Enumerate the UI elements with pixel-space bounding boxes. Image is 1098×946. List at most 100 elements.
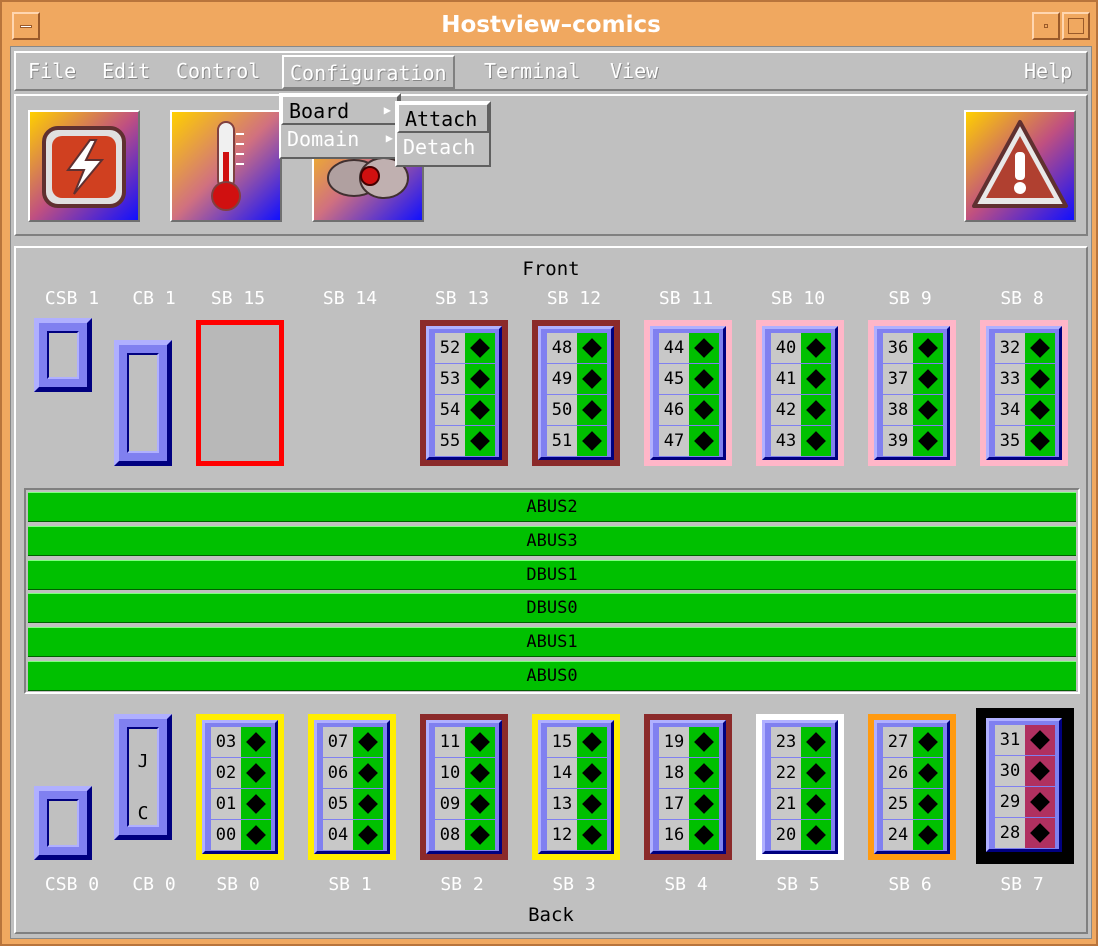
- front-board[interactable]: 36 37 38 39: [868, 320, 956, 466]
- cpu-slot[interactable]: 01: [211, 789, 273, 819]
- power-button[interactable]: [28, 110, 140, 222]
- bus-bar[interactable]: DBUS0: [28, 593, 1076, 624]
- cpu-slot[interactable]: 43: [771, 426, 833, 456]
- cpu-slot[interactable]: 53: [435, 364, 497, 394]
- temperature-button[interactable]: [170, 110, 282, 222]
- cpu-slot[interactable]: 46: [659, 395, 721, 425]
- cpu-slot[interactable]: 20: [771, 820, 833, 850]
- bus-bar[interactable]: ABUS3: [28, 525, 1076, 556]
- menu-item-attach[interactable]: Attach: [397, 103, 489, 133]
- cpu-slot[interactable]: 34: [995, 395, 1057, 425]
- cpu-slot[interactable]: 07: [323, 727, 385, 757]
- cpu-slot[interactable]: 54: [435, 395, 497, 425]
- csb1-board[interactable]: [34, 318, 92, 392]
- cpu-slot[interactable]: 27: [883, 727, 945, 757]
- cpu-slot[interactable]: 23: [771, 727, 833, 757]
- front-board[interactable]: 32 33 34 35: [980, 320, 1068, 466]
- front-board[interactable]: 52 53 54 55: [420, 320, 508, 466]
- cpu-slot[interactable]: 05: [323, 789, 385, 819]
- front-board[interactable]: 48 49 50 51: [532, 320, 620, 466]
- cpu-slot[interactable]: 26: [883, 758, 945, 788]
- maximize-button[interactable]: [1062, 12, 1090, 40]
- csb0-board[interactable]: [34, 786, 92, 860]
- cpu-slot[interactable]: 11: [435, 727, 497, 757]
- cpu-slot[interactable]: 29: [995, 787, 1057, 817]
- cpu-slot[interactable]: 22: [771, 758, 833, 788]
- menu-edit[interactable]: Edit: [102, 59, 150, 83]
- back-board[interactable]: 03 02 01 00: [196, 714, 284, 860]
- cpu-slot[interactable]: 32: [995, 333, 1057, 363]
- cpu-slot[interactable]: 24: [883, 820, 945, 850]
- cpu-slot[interactable]: 33: [995, 364, 1057, 394]
- cpu-slot[interactable]: 55: [435, 426, 497, 456]
- cpu-slot[interactable]: 21: [771, 789, 833, 819]
- sb15-empty-slot[interactable]: [196, 320, 284, 466]
- menu-configuration[interactable]: Configuration: [282, 55, 455, 89]
- cpu-slot[interactable]: 13: [547, 789, 609, 819]
- cpu-slot[interactable]: 04: [323, 820, 385, 850]
- back-board[interactable]: 15 14 13 12: [532, 714, 620, 860]
- cpu-slot[interactable]: 31: [995, 725, 1057, 755]
- cpu-slot[interactable]: 47: [659, 426, 721, 456]
- cpu-slot[interactable]: 35: [995, 426, 1057, 456]
- cpu-slot[interactable]: 38: [883, 395, 945, 425]
- cpu-slot[interactable]: 42: [771, 395, 833, 425]
- cpu-slot[interactable]: 25: [883, 789, 945, 819]
- window-menu-button[interactable]: [12, 12, 40, 40]
- cpu-slot[interactable]: 15: [547, 727, 609, 757]
- cpu-slot[interactable]: 36: [883, 333, 945, 363]
- cpu-slot[interactable]: 12: [547, 820, 609, 850]
- menu-control[interactable]: Control: [176, 59, 260, 83]
- cpu-slot[interactable]: 06: [323, 758, 385, 788]
- cpu-slot[interactable]: 16: [659, 820, 721, 850]
- cpu-slot[interactable]: 30: [995, 756, 1057, 786]
- cpu-slot[interactable]: 48: [547, 333, 609, 363]
- cpu-slot[interactable]: 00: [211, 820, 273, 850]
- cpu-slot[interactable]: 19: [659, 727, 721, 757]
- menu-item-board[interactable]: Board ▶: [281, 95, 399, 125]
- cpu-slot[interactable]: 10: [435, 758, 497, 788]
- cpu-slot[interactable]: 08: [435, 820, 497, 850]
- back-board[interactable]: 27 26 25 24: [868, 714, 956, 860]
- cb0-board[interactable]: JC: [114, 714, 172, 840]
- bus-bar[interactable]: ABUS2: [28, 492, 1076, 522]
- minimize-button[interactable]: [1032, 12, 1060, 40]
- board-slot-opening: [47, 331, 79, 379]
- menu-help[interactable]: Help: [1024, 59, 1072, 83]
- menu-terminal[interactable]: Terminal: [484, 59, 580, 83]
- cpu-slot[interactable]: 45: [659, 364, 721, 394]
- back-board[interactable]: 31 30 29 28: [976, 708, 1074, 864]
- cpu-slot[interactable]: 41: [771, 364, 833, 394]
- title-bar[interactable]: Hostview–comics: [10, 8, 1092, 44]
- back-board[interactable]: 23 22 21 20: [756, 714, 844, 860]
- cpu-slot[interactable]: 28: [995, 818, 1057, 848]
- bus-bar[interactable]: DBUS1: [28, 559, 1076, 590]
- menu-view[interactable]: View: [610, 59, 658, 83]
- cpu-slot[interactable]: 17: [659, 789, 721, 819]
- cpu-slot[interactable]: 50: [547, 395, 609, 425]
- front-board[interactable]: 44 45 46 47: [644, 320, 732, 466]
- cb1-board[interactable]: [114, 340, 172, 466]
- cpu-slot[interactable]: 52: [435, 333, 497, 363]
- menu-item-domain[interactable]: Domain ▶: [281, 125, 399, 155]
- back-board[interactable]: 19 18 17 16: [644, 714, 732, 860]
- cpu-slot[interactable]: 18: [659, 758, 721, 788]
- back-board[interactable]: 07 06 05 04: [308, 714, 396, 860]
- back-board[interactable]: 11 10 09 08: [420, 714, 508, 860]
- bus-bar[interactable]: ABUS1: [28, 627, 1076, 658]
- cpu-slot[interactable]: 44: [659, 333, 721, 363]
- bus-bar[interactable]: ABUS0: [28, 661, 1076, 691]
- cpu-slot[interactable]: 09: [435, 789, 497, 819]
- cpu-slot[interactable]: 39: [883, 426, 945, 456]
- menu-file[interactable]: File: [28, 59, 76, 83]
- cpu-slot[interactable]: 51: [547, 426, 609, 456]
- cpu-slot[interactable]: 40: [771, 333, 833, 363]
- cpu-slot[interactable]: 49: [547, 364, 609, 394]
- cpu-slot[interactable]: 03: [211, 727, 273, 757]
- cpu-slot[interactable]: 14: [547, 758, 609, 788]
- cpu-slot[interactable]: 37: [883, 364, 945, 394]
- alarm-button[interactable]: [964, 110, 1076, 222]
- menu-item-detach[interactable]: Detach: [397, 133, 489, 163]
- cpu-slot[interactable]: 02: [211, 758, 273, 788]
- front-board[interactable]: 40 41 42 43: [756, 320, 844, 466]
